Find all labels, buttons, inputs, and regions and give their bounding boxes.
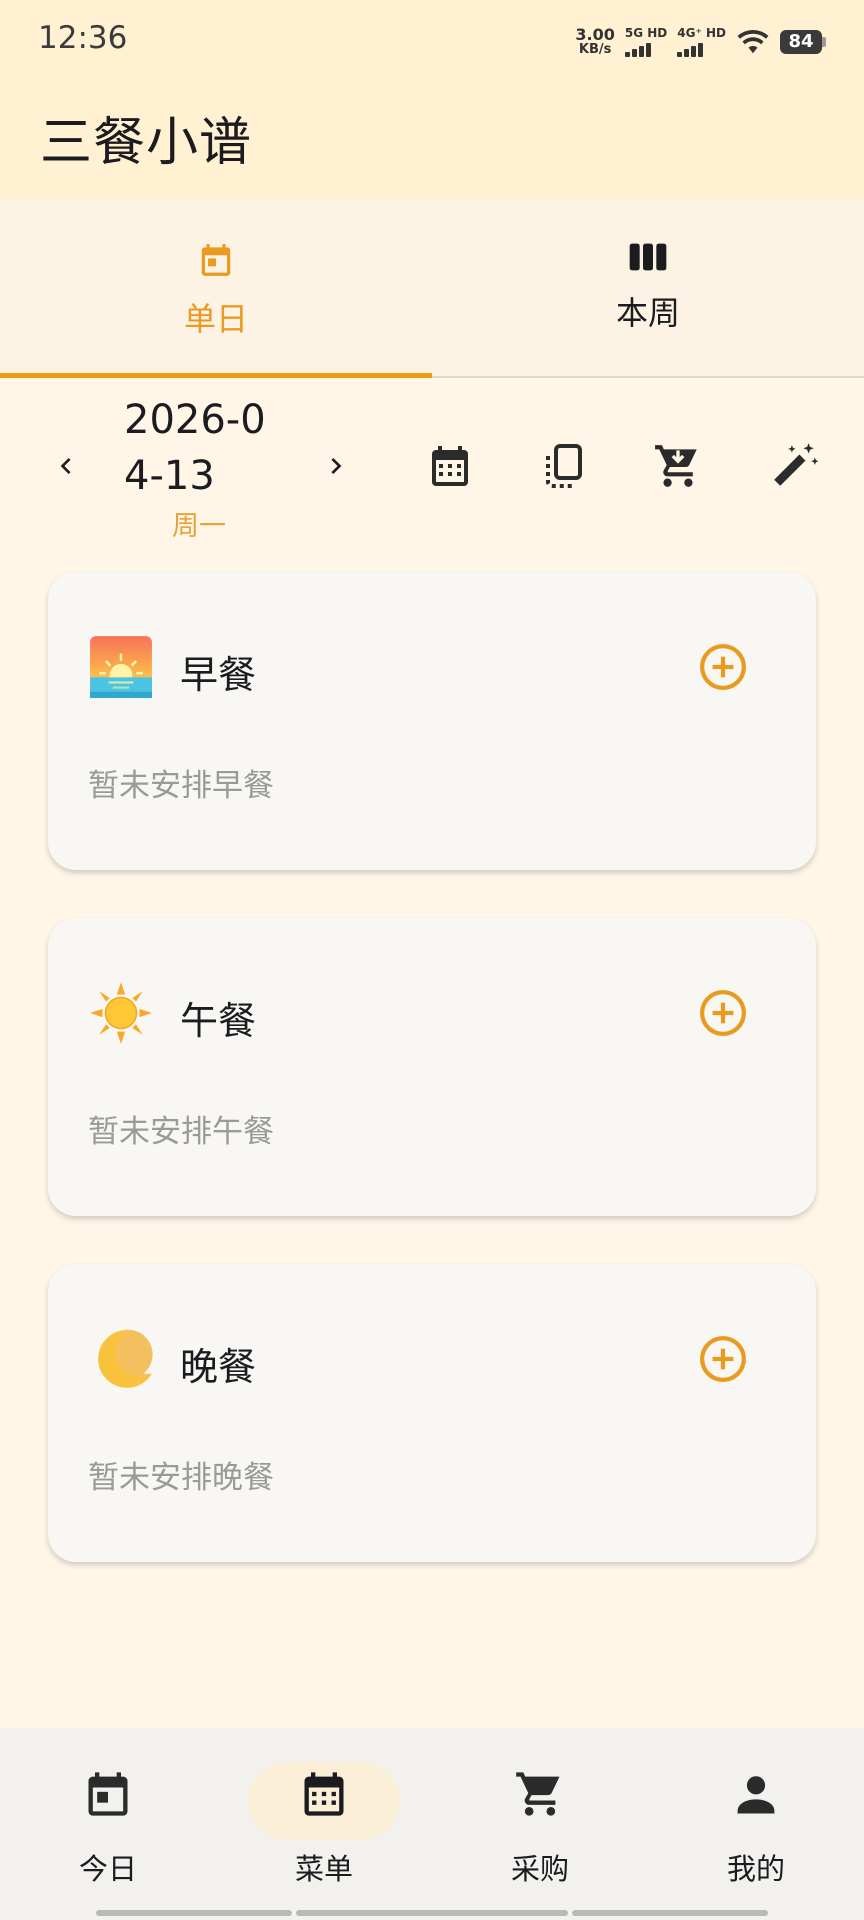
app-title: 三餐小谱 (40, 113, 253, 173)
gesture-bar (96, 1910, 292, 1916)
crescent-moon-icon (98, 1329, 153, 1388)
status-bar: 12:36 3.00 KB/s 5G HD 4G⁺ HD 84 (0, 0, 864, 80)
sim1-label: 5G HD (624, 26, 668, 40)
sim2-label: 4G⁺ HD (677, 26, 726, 40)
meal-title: 晚餐 (180, 1345, 257, 1389)
add-to-cart-icon (655, 445, 697, 487)
date-toolbar: 2026-04-13 周一 (0, 380, 864, 550)
pick-date-button[interactable] (420, 436, 480, 496)
meal-title: 午餐 (180, 999, 257, 1043)
meal-card-breakfast: 早餐 暂未安排早餐 (48, 572, 816, 870)
meal-title: 早餐 (180, 653, 257, 697)
battery-cap (822, 37, 826, 47)
nav-label: 菜单 (294, 1852, 353, 1886)
top-header: 12:36 3.00 KB/s 5G HD 4G⁺ HD 84 三餐小谱 (0, 0, 864, 200)
calendar-today-icon (201, 244, 231, 276)
meal-card-lunch: 午餐 暂未安排午餐 (48, 918, 816, 1216)
meal-empty-text: 暂未安排早餐 (88, 768, 274, 804)
tab-single-day[interactable]: 单日 (0, 200, 432, 378)
net-speed-value: 3.00 (575, 25, 615, 44)
tab-label: 单日 (183, 300, 248, 338)
today-icon (88, 1772, 128, 1816)
nav-item-today[interactable]: 今日 (0, 1728, 216, 1920)
magic-wand-icon (774, 443, 819, 486)
gesture-bar (572, 1910, 768, 1916)
battery-level: 84 (780, 30, 822, 54)
previous-day-button[interactable] (38, 438, 94, 494)
gesture-bar (296, 1910, 568, 1916)
sim1-signal: 5G HD (624, 26, 668, 57)
chevron-right-icon (331, 458, 342, 474)
view-week-icon (629, 243, 667, 271)
signal-bars-icon (624, 41, 651, 57)
net-speed-unit: KB/s (578, 42, 612, 57)
nav-item-profile[interactable]: 我的 (648, 1728, 864, 1920)
sim2-signal: 4G⁺ HD (677, 27, 726, 57)
nav-item-menu[interactable]: 菜单 (216, 1728, 432, 1920)
calendar-icon (432, 446, 468, 486)
calendar-month-icon (304, 1772, 344, 1816)
view-tabs: 单日 本周 (0, 200, 864, 378)
wifi-icon (737, 29, 769, 54)
signal-bars-icon (677, 41, 704, 57)
selected-date[interactable]: 2026-04-13 (124, 392, 284, 504)
bottom-navigation: 今日 菜单 采购 我的 (0, 1728, 864, 1920)
nav-label: 采购 (510, 1852, 569, 1886)
chevron-left-icon (60, 458, 71, 474)
add-circle-icon[interactable] (698, 988, 748, 1038)
nav-label: 我的 (726, 1852, 785, 1886)
add-circle-icon[interactable] (698, 642, 748, 692)
auto-plan-button[interactable] (764, 436, 824, 496)
meal-empty-text: 暂未安排晚餐 (88, 1460, 274, 1496)
meal-card-dinner: 晚餐 暂未安排晚餐 (48, 1264, 816, 1562)
copy-day-button[interactable] (534, 436, 594, 496)
tab-label: 本周 (615, 294, 680, 332)
person-icon (737, 1776, 775, 1814)
status-indicators: 3.00 KB/s 5G HD 4G⁺ HD 84 (575, 22, 826, 62)
shopping-cart-icon (516, 1772, 560, 1816)
net-speed: 3.00 KB/s (575, 25, 615, 58)
nav-item-shopping[interactable]: 采购 (432, 1728, 648, 1920)
next-day-button[interactable] (308, 438, 364, 494)
nav-label: 今日 (78, 1852, 137, 1886)
battery-indicator: 84 (780, 30, 826, 54)
sun-icon (90, 982, 152, 1044)
meal-empty-text: 暂未安排午餐 (88, 1114, 274, 1150)
sunrise-icon (90, 636, 152, 698)
status-time: 12:36 (38, 20, 128, 56)
add-to-shopping-button[interactable] (648, 436, 708, 496)
selected-weekday: 周一 (172, 511, 226, 542)
app-root: 12:36 3.00 KB/s 5G HD 4G⁺ HD 84 三餐小谱 单日 … (0, 0, 864, 1920)
tab-this-week[interactable]: 本周 (432, 200, 864, 376)
add-circle-icon[interactable] (698, 1334, 748, 1384)
copy-icon (546, 444, 582, 488)
